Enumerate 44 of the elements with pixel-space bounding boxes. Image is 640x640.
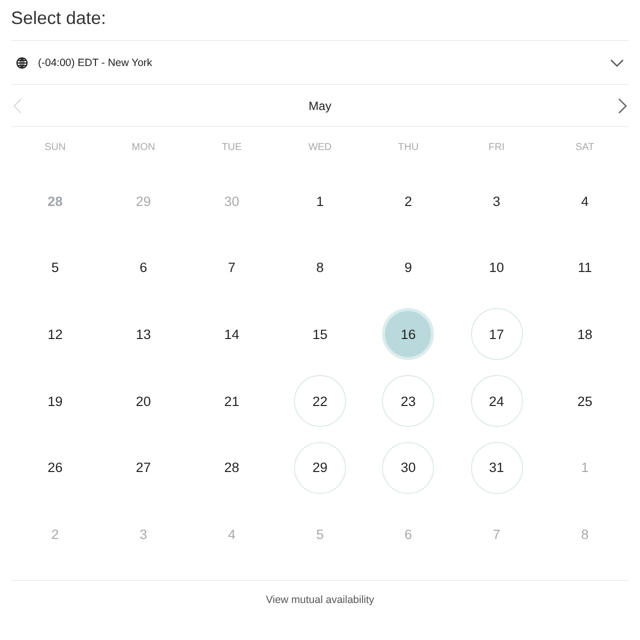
chevron-down-icon: [610, 58, 624, 66]
day-button[interactable]: 2: [382, 175, 434, 228]
weekday-label: MON: [132, 142, 156, 153]
day-button[interactable]: 15: [294, 308, 346, 360]
weekday-label: FRI: [488, 142, 505, 153]
day-button[interactable]: 10: [470, 242, 523, 294]
timezone-dropdown[interactable]: (-04:00) EDT - New York: [11, 40, 629, 85]
globe-icon: [16, 56, 28, 68]
day-button[interactable]: 26: [29, 442, 82, 494]
day-button[interactable]: 9: [382, 242, 434, 294]
day-button[interactable]: 18: [558, 308, 611, 360]
weekday-label: THU: [398, 142, 419, 153]
weekday-label: SUN: [44, 142, 66, 153]
day-button[interactable]: 23: [382, 375, 434, 428]
day-button[interactable]: 6: [117, 242, 170, 294]
day-button[interactable]: 8: [294, 242, 346, 294]
day-button[interactable]: 17: [470, 308, 523, 360]
day-button[interactable]: 30: [382, 442, 434, 494]
day-button[interactable]: 22: [294, 375, 346, 428]
day-button[interactable]: 12: [29, 308, 82, 360]
day-button[interactable]: 19: [29, 375, 82, 428]
day-button[interactable]: 20: [117, 375, 170, 428]
day-button[interactable]: 31: [470, 442, 523, 494]
day-button[interactable]: 29: [294, 442, 346, 494]
day-button[interactable]: 4: [558, 175, 611, 228]
view-mutual-availability-link[interactable]: View mutual availability: [266, 594, 374, 606]
day-button[interactable]: 11: [558, 242, 611, 294]
page-title: Select date:: [11, 7, 108, 30]
day-button[interactable]: 25: [558, 375, 611, 428]
day-button[interactable]: 1: [294, 175, 346, 228]
weekday-label: WED: [308, 142, 332, 153]
day-button[interactable]: 7: [206, 242, 258, 294]
day-button[interactable]: 27: [117, 442, 170, 494]
day-button[interactable]: 5: [29, 242, 82, 294]
day-button[interactable]: 3: [470, 175, 523, 228]
day-button[interactable]: 24: [470, 375, 523, 428]
weekday-label: SAT: [575, 142, 594, 153]
day-button[interactable]: 14: [206, 308, 258, 360]
weekday-label: TUE: [222, 142, 242, 153]
day-button[interactable]: 16: [382, 308, 434, 360]
day-button[interactable]: 13: [117, 308, 170, 360]
day-button[interactable]: 21: [206, 375, 258, 428]
day-button[interactable]: 28: [206, 442, 258, 494]
month-label: May: [308, 98, 332, 112]
